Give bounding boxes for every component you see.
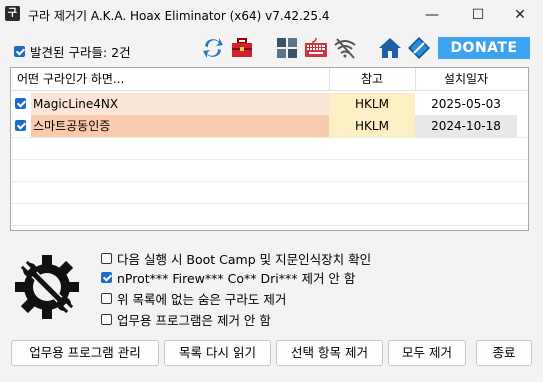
remove-selected-button[interactable]: 선택 항목 제거 [276, 340, 383, 366]
column-name-header[interactable]: 어떤 구라인가 하면... [17, 68, 124, 90]
row-name: MagicLine4NX [31, 93, 331, 115]
refresh-icon[interactable] [200, 35, 226, 61]
windows-icon[interactable] [274, 35, 300, 61]
window-title: 구라 제거기 A.K.A. Hoax Eliminator (x64) v7.4… [28, 9, 330, 23]
option-nprotect-skip[interactable]: nProt*** Firew*** Co** Dri*** 제거 안 함 [101, 268, 355, 287]
option-label: 다음 실행 시 Boot Camp 및 지문인식장치 확인 [117, 252, 372, 267]
row-date: 2025-05-03 [431, 97, 501, 111]
option-label: nProt*** Firew*** Co** Dri*** 제거 안 함 [117, 271, 356, 286]
manage-work-programs-button[interactable]: 업무용 프로그램 관리 [11, 340, 159, 366]
column-ref-header[interactable]: 참고 [329, 68, 415, 90]
remove-all-button[interactable]: 모두 제거 [388, 340, 466, 366]
home-icon[interactable] [377, 35, 403, 61]
close-button[interactable]: ✕ [497, 0, 543, 30]
found-label: 발견된 구라들: 2건 [30, 45, 131, 60]
app-icon: 구 [5, 6, 20, 21]
option-remove-hidden[interactable]: 위 목록에 없는 숨은 구라도 제거 [101, 289, 286, 308]
wifi-off-icon[interactable] [332, 35, 358, 61]
found-checkbox-row[interactable]: 발견된 구라들: 2건 [14, 42, 131, 61]
option-bootcamp-check[interactable]: 다음 실행 시 Boot Camp 및 지문인식장치 확인 [101, 249, 371, 268]
option-label: 업무용 프로그램은 제거 안 함 [117, 313, 271, 328]
keyboard-icon[interactable] [303, 35, 329, 61]
option-keep-work-programs[interactable]: 업무용 프로그램은 제거 안 함 [101, 310, 271, 329]
maximize-button[interactable]: ☐ [455, 0, 501, 30]
row-checkbox[interactable] [15, 120, 26, 131]
hoax-list[interactable]: 어떤 구라인가 하면... 참고 설치일자 MagicLine4NX HKLM … [10, 67, 529, 231]
row-checkbox[interactable] [15, 98, 26, 109]
diamond-icon[interactable] [406, 35, 432, 61]
title-bar: 구 구라 제거기 A.K.A. Hoax Eliminator (x64) v7… [0, 0, 543, 30]
column-date-header[interactable]: 설치일자 [415, 68, 517, 90]
row-name: 스마트공동인증 [31, 115, 331, 137]
row-ref: HKLM [329, 93, 415, 115]
row-date: 2024-10-18 [415, 115, 517, 137]
option-checkbox[interactable] [101, 314, 112, 325]
option-checkbox[interactable] [101, 272, 112, 283]
row-ref: HKLM [329, 115, 415, 137]
found-checkbox[interactable] [14, 46, 25, 57]
reload-list-button[interactable]: 목록 다시 읽기 [164, 340, 271, 366]
gear-wrench-icon [12, 252, 82, 322]
list-header: 어떤 구라인가 하면... 참고 설치일자 [11, 68, 528, 91]
option-label: 위 목록에 없는 숨은 구라도 제거 [117, 292, 287, 307]
exit-button[interactable]: 종료 [476, 340, 532, 366]
minimize-button[interactable]: — [409, 0, 455, 30]
table-row[interactable]: MagicLine4NX HKLM 2025-05-03 [11, 93, 528, 115]
option-checkbox[interactable] [101, 293, 112, 304]
option-checkbox[interactable] [101, 253, 112, 264]
donate-button[interactable]: DONATE [438, 37, 530, 59]
toolbox-icon[interactable] [229, 35, 255, 61]
table-row[interactable]: 스마트공동인증 HKLM 2024-10-18 [11, 115, 528, 137]
